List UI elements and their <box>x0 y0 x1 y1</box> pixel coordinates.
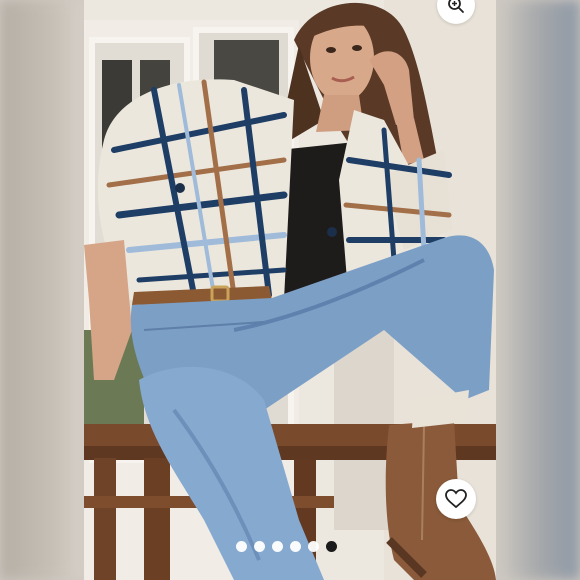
carousel-dot[interactable] <box>272 540 283 552</box>
zoom-in-icon <box>448 0 464 13</box>
photo-illustration <box>84 0 496 580</box>
carousel-dot[interactable] <box>290 540 301 552</box>
product-photo[interactable] <box>84 0 496 580</box>
image-viewer <box>0 0 580 580</box>
blurred-backdrop-left <box>0 0 86 580</box>
carousel-pagination <box>236 540 337 552</box>
blurred-backdrop-right <box>494 0 580 580</box>
carousel-dot[interactable] <box>308 540 319 552</box>
carousel-dot[interactable] <box>236 540 247 552</box>
heart-icon <box>445 489 467 509</box>
carousel-dot[interactable] <box>254 540 265 552</box>
like-button[interactable] <box>436 479 476 519</box>
carousel-dot[interactable] <box>326 540 337 552</box>
